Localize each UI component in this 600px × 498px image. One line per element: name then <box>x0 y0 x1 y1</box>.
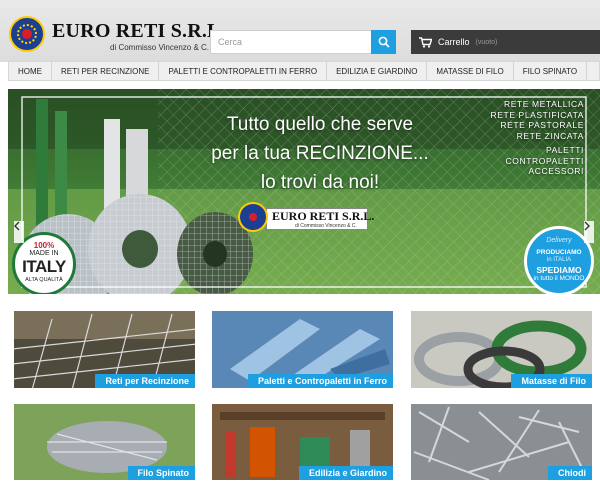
main-nav: HOME RETI PER RECINZIONE PALETTI E CONTR… <box>8 61 600 81</box>
delivery-title: Delivery <box>546 237 572 244</box>
hero-product-item: PALETTI <box>545 145 584 155</box>
cart-button[interactable]: Carrello (vuoto) <box>411 30 600 54</box>
site-logo-name[interactable]: EURO RETI S.R.L. <box>52 20 226 43</box>
hero-product-item: RETE ZINCATA <box>516 130 584 141</box>
delivery-ship: SPEDIAMO <box>536 265 582 275</box>
italy-label: ITALY <box>22 257 66 276</box>
category-tile-matasse-di-filo[interactable]: Matasse di Filo <box>409 309 594 390</box>
made-in-label: MADE IN <box>29 250 59 257</box>
site-logo-subtitle: di Commisso Vincenzo & C. <box>110 43 209 52</box>
hero-product-item: RETE PLASTIFICATA <box>490 109 584 120</box>
hero-logo-subtitle: di Commisso Vincenzo & C. <box>295 223 357 229</box>
delivery-produce-where: in ITALIA <box>546 257 572 263</box>
hero-logo-name: EURO RETI S.R.L. <box>272 209 375 223</box>
category-label: Filo Spinato <box>127 466 195 480</box>
delivery-produce: PRODUCIAMO <box>536 249 582 256</box>
category-tile-filo-spinato[interactable]: Filo Spinato <box>12 402 197 482</box>
cart-label: Carrello <box>438 37 470 47</box>
search-button[interactable] <box>371 30 396 54</box>
search-icon <box>378 36 390 48</box>
search-form <box>210 30 396 54</box>
hero-logo-icon <box>238 202 268 232</box>
category-tile-paletti[interactable]: Paletti e Contropaletti in Ferro <box>210 309 395 390</box>
category-label: Matasse di Filo <box>511 374 592 388</box>
hero-product-item: CONTROPALETTI <box>505 155 584 166</box>
category-tile-reti-per-recinzione[interactable]: Reti per Recinzione <box>12 309 197 390</box>
hero-headline-3: lo trovi da noi! <box>260 172 380 193</box>
nav-item-matasse-di-filo[interactable]: MATASSE DI FILO <box>427 62 514 80</box>
search-input[interactable] <box>210 30 372 54</box>
chevron-left-icon <box>14 221 20 231</box>
cart-status: (vuoto) <box>475 38 498 46</box>
site-header: EURO RETI S.R.L. di Commisso Vincenzo & … <box>0 0 600 62</box>
delivery-ship-where: in tutto il MONDO <box>533 275 585 282</box>
nav-item-edilizia-giardino[interactable]: EDILIZIA E GIARDINO <box>327 62 428 80</box>
hero-banner[interactable]: Tutto quello che serve per la tua RECINZ… <box>8 89 600 294</box>
category-tile-edilizia-giardino[interactable]: Edilizia e Giardino <box>210 402 395 482</box>
euro-logo-icon[interactable] <box>9 16 45 52</box>
nav-item-home[interactable]: HOME <box>9 62 52 80</box>
hero-product-item: ACCESSORI <box>528 166 584 176</box>
nav-item-reti-per-recinzione[interactable]: RETI PER RECINZIONE <box>52 62 160 80</box>
hero-logo-core <box>249 213 257 221</box>
nav-item-paletti[interactable]: PALETTI E CONTROPALETTI IN FERRO <box>159 62 328 80</box>
category-label: Edilizia e Giardino <box>298 466 393 480</box>
hero-product-item: RETE PASTORALE <box>500 120 584 130</box>
nav-item-filo-spinato[interactable]: FILO SPINATO <box>514 62 588 80</box>
category-tile-chiodi[interactable]: Chiodi <box>409 402 594 482</box>
logo-core <box>22 29 32 39</box>
hero-product-list: RETE METALLICA RETE PLASTIFICATA RETE PA… <box>491 99 584 177</box>
chevron-right-icon <box>584 221 590 231</box>
hero-prev-button[interactable] <box>14 221 24 243</box>
hero-product-item: RETE METALLICA <box>503 99 584 109</box>
category-label: Paletti e Contropaletti in Ferro <box>247 374 393 388</box>
category-label: Reti per Recinzione <box>95 374 195 388</box>
cart-icon <box>419 36 432 48</box>
hero-headline-1: Tutto quello che serve <box>226 114 414 135</box>
quality-label: ALTA QUALITÀ <box>25 277 63 283</box>
hero-headline-2: per la tua RECINZIONE... <box>211 143 429 164</box>
category-label: Chiodi <box>548 466 592 480</box>
hero-next-button[interactable] <box>584 221 594 243</box>
